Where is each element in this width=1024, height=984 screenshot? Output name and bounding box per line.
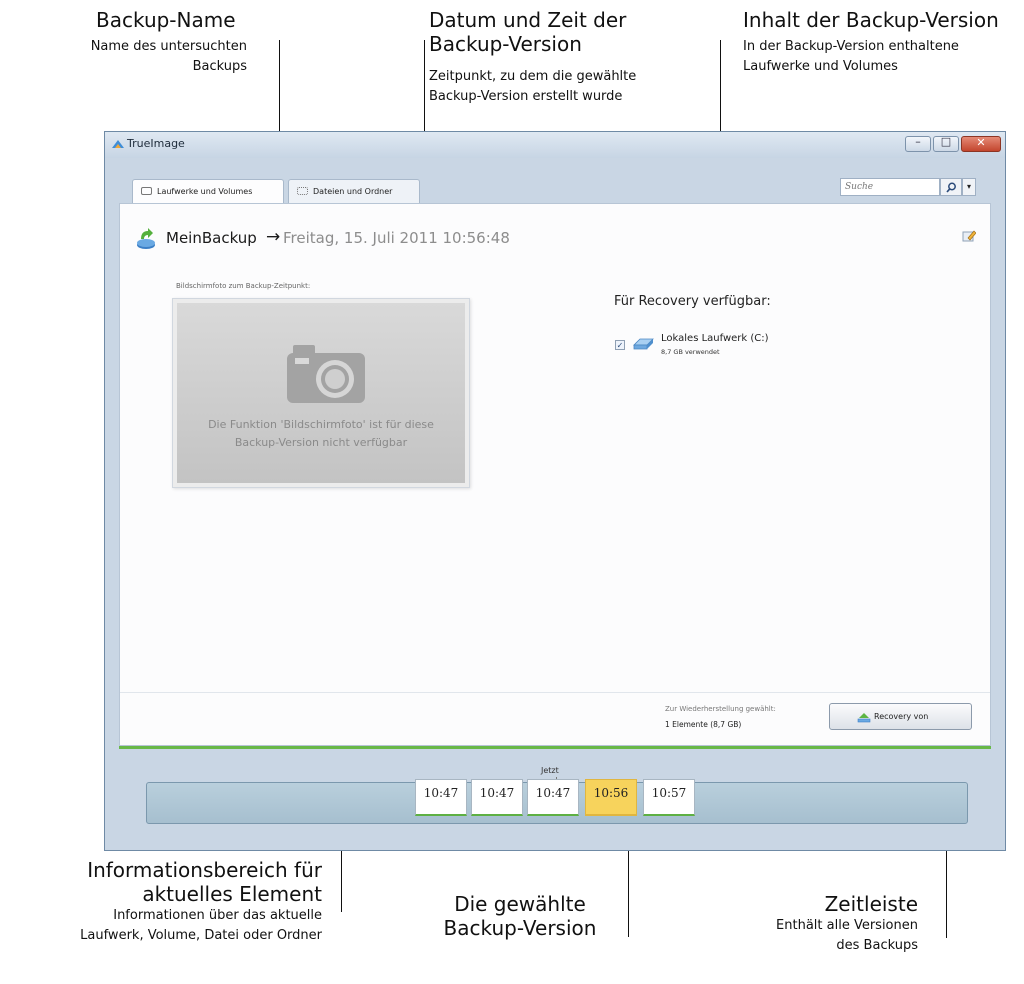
now-label: Jetzt <box>541 766 559 775</box>
maximize-icon: □ <box>940 135 952 148</box>
title-bar[interactable]: TrueImage – □ ✕ <box>105 132 1005 158</box>
close-icon: ✕ <box>976 136 986 149</box>
annotation-timeline-title: Zeitleiste <box>824 892 918 916</box>
annotation-datetime-title: Datum und Zeit der Backup-Version <box>429 8 627 56</box>
backup-version-date: Freitag, 15. Juli 2011 10:56:48 <box>283 229 510 247</box>
search-input[interactable]: Suche <box>840 178 940 196</box>
timeline-slot[interactable]: 10:47 <box>471 779 523 816</box>
annotation-datetime-sub: Zeitpunkt, zu dem die gewählte Backup-Ve… <box>429 69 637 104</box>
maximize-button[interactable]: □ <box>933 135 959 152</box>
chevron-down-icon: ▾ <box>966 182 971 191</box>
annotation-info-area-sub: Informationen über das aktuelle Laufwerk… <box>80 908 322 943</box>
progress-accent-bar <box>119 746 991 749</box>
app-logo-icon <box>112 140 124 148</box>
backup-name: MeinBackup <box>166 229 257 247</box>
timeline-slot[interactable]: 10:47 <box>527 779 579 816</box>
minimize-icon: – <box>915 135 921 148</box>
application-window: TrueImage – □ ✕ Laufwerke und Volumes Da… <box>104 131 1006 851</box>
timeline-slot[interactable]: 10:47 <box>415 779 467 816</box>
list-icon <box>297 187 308 195</box>
hard-drive-icon <box>633 338 654 350</box>
screenshot-label: Bildschirmfoto zum Backup-Zeitpunkt: <box>176 282 311 290</box>
tab-files-folders[interactable]: Dateien und Ordner <box>288 179 420 203</box>
content-pane: MeinBackup → Freitag, 15. Juli 2011 10:5… <box>119 203 991 746</box>
recovery-available-title: Für Recovery verfügbar: <box>614 294 771 309</box>
tab-drives-volumes[interactable]: Laufwerke und Volumes <box>132 179 284 203</box>
screenshot-unavailable-message: Die Funktion 'Bildschirmfoto' ist für di… <box>208 418 434 449</box>
annotation-timeline-sub: Enthält alle Versionen des Backups <box>776 918 918 953</box>
recovery-button-label: Recovery von <box>874 712 929 721</box>
drive-size: 8,7 GB verwendet <box>661 348 720 356</box>
annotation-backup-name-sub: Name des untersuchten Backups <box>90 39 247 74</box>
timeline-slot-selected[interactable]: 10:56 <box>585 779 637 816</box>
info-area-divider <box>120 692 990 693</box>
timeline-slot[interactable]: 10:57 <box>643 779 695 816</box>
camera-icon <box>287 345 365 403</box>
drive-name: Lokales Laufwerk (C:) <box>661 333 769 344</box>
annotation-selected-title: Die gewählte Backup-Version <box>443 892 597 940</box>
minimize-button[interactable]: – <box>905 135 931 152</box>
annotation-content-sub: In der Backup-Version enthaltene Laufwer… <box>743 39 959 74</box>
selection-value: 1 Elemente (8,7 GB) <box>665 720 742 729</box>
edit-icon[interactable] <box>962 229 976 243</box>
screenshot-placeholder: Die Funktion 'Bildschirmfoto' ist für di… <box>177 303 465 483</box>
drive-icon <box>141 187 152 195</box>
recovery-icon <box>857 713 871 723</box>
arrow-icon: → <box>266 227 281 247</box>
annotation-backup-name-title: Backup-Name <box>96 8 236 32</box>
drive-checkbox[interactable]: ✓ <box>615 340 625 350</box>
recovery-button[interactable]: Recovery von <box>829 703 972 730</box>
annotation-content-title: Inhalt der Backup-Version <box>743 8 999 32</box>
search-dropdown-button[interactable]: ▾ <box>962 178 976 196</box>
annotation-info-area-title: Informationsbereich für aktuelles Elemen… <box>87 858 322 906</box>
close-button[interactable]: ✕ <box>961 136 1001 152</box>
screenshot-frame: Die Funktion 'Bildschirmfoto' ist für di… <box>172 298 470 488</box>
selection-label: Zur Wiederherstellung gewählt: <box>665 705 776 713</box>
tab-label: Dateien und Ordner <box>313 187 393 196</box>
search-button[interactable] <box>940 178 962 196</box>
search-icon <box>946 182 956 193</box>
tab-label: Laufwerke und Volumes <box>157 187 253 196</box>
backup-icon <box>137 228 155 249</box>
window-title: TrueImage <box>127 137 185 150</box>
